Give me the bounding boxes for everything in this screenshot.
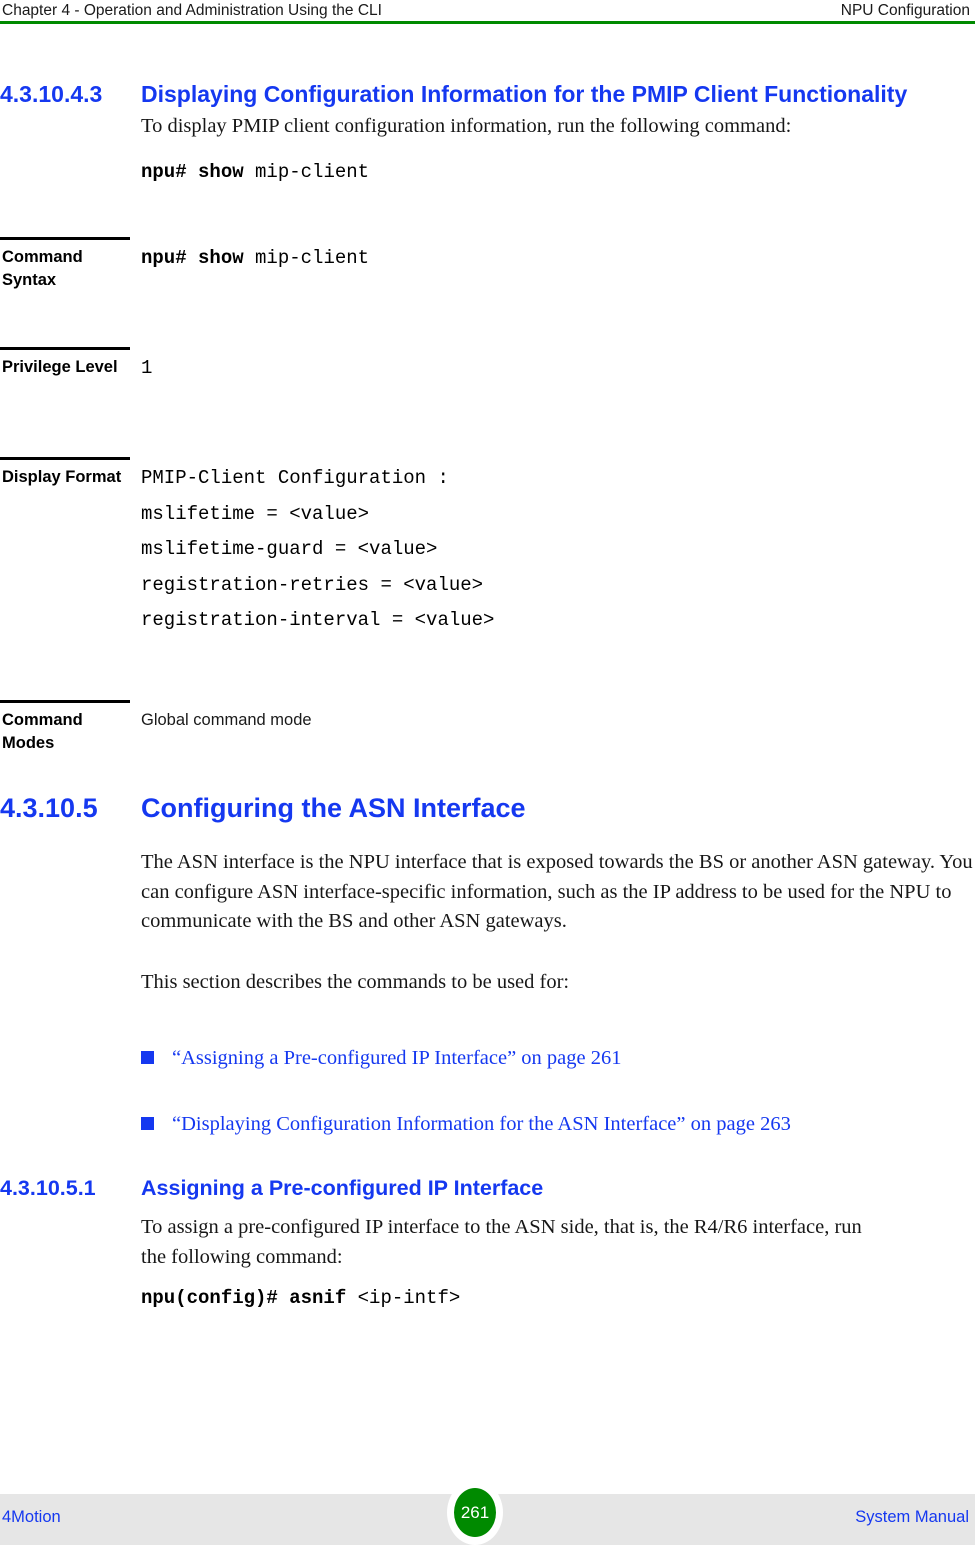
syntax-keyword: npu# show xyxy=(141,247,244,269)
privilege-level-value: 1 xyxy=(141,357,153,379)
row-top-rule xyxy=(0,347,130,350)
heading-title: Configuring the ASN Interface xyxy=(141,793,526,823)
page-number-text: 261 xyxy=(460,1503,490,1522)
cli-command-argument: <ip-intf> xyxy=(346,1287,461,1309)
display-format-line: mslifetime-guard = <value> xyxy=(141,538,438,560)
display-format-line: mslifetime = <value> xyxy=(141,502,370,525)
header-section-title: NPU Configuration xyxy=(840,2,970,19)
paragraph-asn-overview: The ASN interface is the NPU interface t… xyxy=(141,851,973,932)
row-value-command-modes: Global command mode xyxy=(141,709,961,732)
row-label-privilege-level: Privilege Level xyxy=(2,358,118,376)
heading-number: 4.3.10.5.1 xyxy=(0,1176,96,1200)
footer-product-name[interactable]: 4Motion xyxy=(2,1507,61,1528)
heading-number: 4.3.10.5 xyxy=(0,793,98,823)
row-top-rule xyxy=(0,700,130,703)
header-divider-rule xyxy=(0,21,975,24)
row-label-display-format: Display Format xyxy=(2,468,122,486)
row-value-privilege-level: 1 xyxy=(141,356,961,380)
cli-command-keyword: npu# show xyxy=(141,161,244,183)
square-bullet-icon xyxy=(141,1051,154,1064)
table-row-display-format: Display Format PMIP-Client Configuration… xyxy=(0,457,975,700)
row-value-command-syntax: npu# show mip-client xyxy=(141,246,961,270)
row-top-rule xyxy=(0,457,130,460)
command-modes-value: Global command mode xyxy=(141,711,312,729)
cross-reference-link[interactable]: “Assigning a Pre-configured IP Interface… xyxy=(172,1044,622,1072)
heading-number: 4.3.10.4.3 xyxy=(0,81,103,107)
row-label-command-modes: Command Modes xyxy=(2,711,83,752)
cross-reference-link[interactable]: “Displaying Configuration Information fo… xyxy=(172,1110,791,1138)
cli-command-asnif: npu(config)# asnif <ip-intf> xyxy=(141,1286,460,1310)
paragraph-pmip-intro: To display PMIP client configuration inf… xyxy=(141,115,792,137)
cli-command-show-mip-client: npu# show mip-client xyxy=(141,160,369,184)
table-row-privilege-level: Privilege Level 1 xyxy=(0,347,975,457)
heading-title: Displaying Configuration Information for… xyxy=(141,81,908,107)
paragraph-asn-section-lead: This section describes the commands to b… xyxy=(141,971,570,993)
row-top-rule xyxy=(0,237,130,240)
display-format-line: PMIP-Client Configuration : xyxy=(141,467,449,489)
square-bullet-icon xyxy=(141,1117,154,1130)
display-format-line: registration-interval = <value> xyxy=(141,609,495,631)
cli-command-keyword: npu(config)# asnif xyxy=(141,1287,347,1309)
footer-document-title[interactable]: System Manual xyxy=(855,1507,969,1528)
display-format-line: registration-retries = <value> xyxy=(141,573,484,596)
table-row-command-modes: Command Modes Global command mode xyxy=(0,700,975,770)
paragraph-assigning-ip-intro: To assign a pre-configured IP interface … xyxy=(141,1216,862,1268)
row-value-display-format: PMIP-Client Configuration : mslifetime =… xyxy=(141,466,961,632)
heading-title: Assigning a Pre-configured IP Interface xyxy=(141,1176,544,1200)
header-chapter-title: Chapter 4 - Operation and Administration… xyxy=(2,2,382,19)
row-label-command-syntax: Command Syntax xyxy=(2,248,83,289)
syntax-argument: mip-client xyxy=(243,247,370,269)
cli-command-argument: mip-client xyxy=(243,161,370,183)
page-number-badge: 261 xyxy=(447,1480,503,1545)
table-row-command-syntax: Command Syntax npu# show mip-client xyxy=(0,237,975,347)
